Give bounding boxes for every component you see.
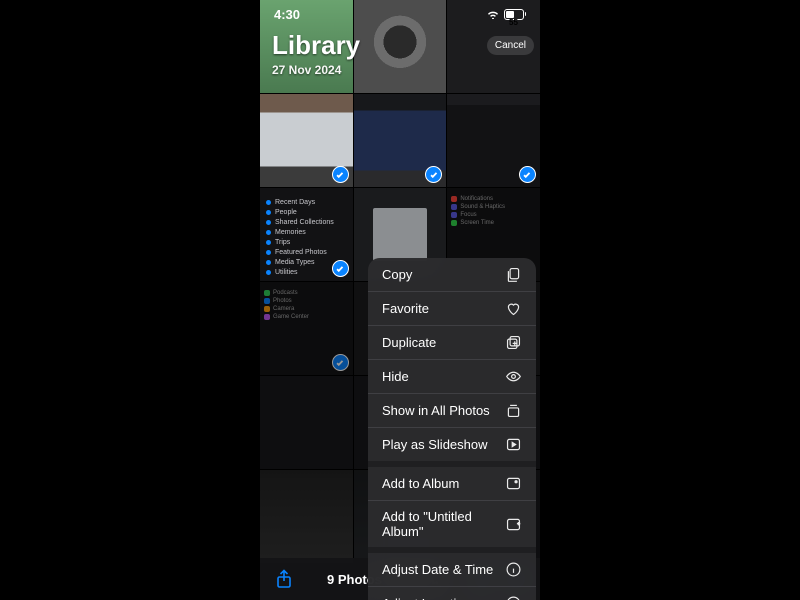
info-icon xyxy=(505,595,522,600)
stack-icon xyxy=(505,402,522,419)
album-icon xyxy=(505,475,522,492)
eye-icon xyxy=(505,368,522,385)
phone-frame: 4:30 55 Library 27 Nov 2024 Cancel Recen… xyxy=(260,0,540,600)
menu-item-label: Adjust Location xyxy=(382,596,471,600)
menu-item-label: Favorite xyxy=(382,301,429,316)
menu-item-eye[interactable]: Hide xyxy=(368,360,536,394)
photo-thumb[interactable] xyxy=(447,94,540,187)
menu-item-label: Duplicate xyxy=(382,335,436,350)
selected-check-icon xyxy=(332,260,349,277)
status-right: 55 xyxy=(486,9,527,20)
menu-item-label: Adjust Date & Time xyxy=(382,562,493,577)
menu-item-stack[interactable]: Show in All Photos xyxy=(368,394,536,428)
menu-item-album[interactable]: Add to Album xyxy=(368,467,536,501)
info-icon xyxy=(505,561,522,578)
duplicate-icon xyxy=(505,334,522,351)
menu-item-label: Copy xyxy=(382,267,412,282)
photo-thumb[interactable] xyxy=(260,470,353,563)
share-icon[interactable] xyxy=(274,569,294,589)
wifi-icon xyxy=(486,9,500,19)
copy-icon xyxy=(505,266,522,283)
cancel-button[interactable]: Cancel xyxy=(487,36,534,55)
album-add-icon xyxy=(505,516,522,533)
battery-indicator: 55 xyxy=(504,9,527,20)
page-date: 27 Nov 2024 xyxy=(272,63,360,77)
photo-thumb[interactable] xyxy=(260,376,353,469)
menu-item-label: Play as Slideshow xyxy=(382,437,488,452)
menu-item-copy[interactable]: Copy xyxy=(368,258,536,292)
menu-item-album-add[interactable]: Add to "Untitled Album" xyxy=(368,501,536,553)
selected-check-icon xyxy=(332,166,349,183)
menu-item-label: Hide xyxy=(382,369,409,384)
menu-item-duplicate[interactable]: Duplicate xyxy=(368,326,536,360)
selected-check-icon xyxy=(425,166,442,183)
page-title: Library xyxy=(272,30,360,61)
status-bar: 4:30 55 xyxy=(260,0,540,28)
menu-item-label: Add to Album xyxy=(382,476,459,491)
menu-item-play[interactable]: Play as Slideshow xyxy=(368,428,536,467)
play-icon xyxy=(505,436,522,453)
photo-thumb[interactable]: Podcasts Photos Camera Game Center xyxy=(260,282,353,375)
photo-thumb[interactable]: Recent DaysPeopleShared CollectionsMemor… xyxy=(260,188,353,281)
menu-item-info[interactable]: Adjust Date & Time xyxy=(368,553,536,587)
context-menu: Copy Favorite Duplicate Hide Show in All Pho… xyxy=(368,258,536,600)
status-time: 4:30 xyxy=(274,7,300,22)
heart-icon xyxy=(505,300,522,317)
menu-item-label: Add to "Untitled Album" xyxy=(382,509,505,539)
photo-thumb[interactable] xyxy=(260,94,353,187)
selected-check-icon xyxy=(519,166,536,183)
photo-thumb[interactable] xyxy=(354,94,447,187)
menu-item-heart[interactable]: Favorite xyxy=(368,292,536,326)
menu-item-label: Show in All Photos xyxy=(382,403,490,418)
menu-item-info[interactable]: Adjust Location xyxy=(368,587,536,600)
library-header: Library 27 Nov 2024 xyxy=(272,30,360,77)
selected-check-icon xyxy=(332,354,349,371)
